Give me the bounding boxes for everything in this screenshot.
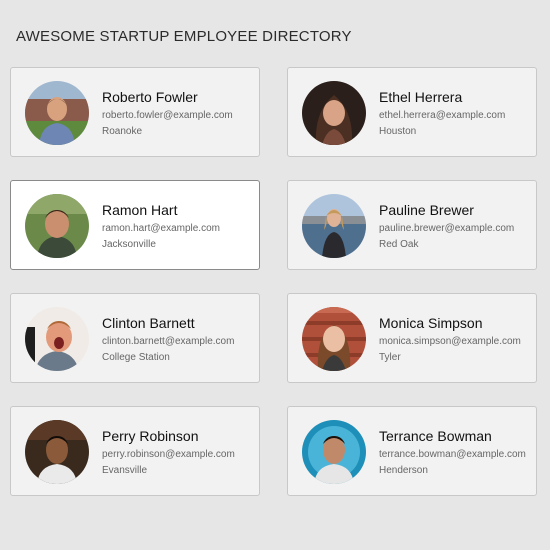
employee-email: roberto.fowler@example.com [102,110,233,121]
employee-name: Perry Robinson [102,428,199,444]
employee-city: Red Oak [379,239,419,250]
employee-card[interactable]: Ethel Herrera ethel.herrera@example.com … [287,67,537,157]
employee-city: Jacksonville [102,239,156,250]
employee-card[interactable]: Perry Robinson perry.robinson@example.co… [10,406,260,496]
employee-card[interactable]: Pauline Brewer pauline.brewer@example.co… [287,180,537,270]
employee-email: ethel.herrera@example.com [379,110,506,121]
employee-card[interactable]: Terrance Bowman terrance.bowman@example.… [287,406,537,496]
avatar [302,194,366,258]
employee-city: Roanoke [102,126,143,137]
avatar [302,81,366,145]
employee-email: ramon.hart@example.com [102,223,220,234]
employee-name: Ethel Herrera [379,89,463,105]
employee-card[interactable]: Monica Simpson monica.simpson@example.co… [287,293,537,383]
avatar [25,194,89,258]
employee-card[interactable]: Ramon Hart ramon.hart@example.com Jackso… [10,180,260,270]
avatar [302,307,366,371]
employee-city: Houston [379,126,417,137]
employee-email: perry.robinson@example.com [102,449,235,460]
avatar [25,420,89,484]
avatar [25,307,89,371]
employee-city: Tyler [379,352,401,363]
employee-name: Ramon Hart [102,202,178,218]
employee-name: Terrance Bowman [379,428,492,444]
employee-city: Evansville [102,465,148,476]
employee-email: monica.simpson@example.com [379,336,521,347]
employee-email: clinton.barnett@example.com [102,336,235,347]
avatar [302,420,366,484]
employee-email: terrance.bowman@example.com [379,449,526,460]
employee-name: Clinton Barnett [102,315,195,331]
employee-name: Monica Simpson [379,315,483,331]
avatar [25,81,89,145]
employee-email: pauline.brewer@example.com [379,223,515,234]
page-title: AWESOME STARTUP EMPLOYEE DIRECTORY [16,28,352,45]
employee-card[interactable]: Clinton Barnett clinton.barnett@example.… [10,293,260,383]
employee-card[interactable]: Roberto Fowler roberto.fowler@example.co… [10,67,260,157]
employee-city: College Station [102,352,170,363]
employee-city: Henderson [379,465,428,476]
employee-name: Pauline Brewer [379,202,474,218]
employee-name: Roberto Fowler [102,89,198,105]
